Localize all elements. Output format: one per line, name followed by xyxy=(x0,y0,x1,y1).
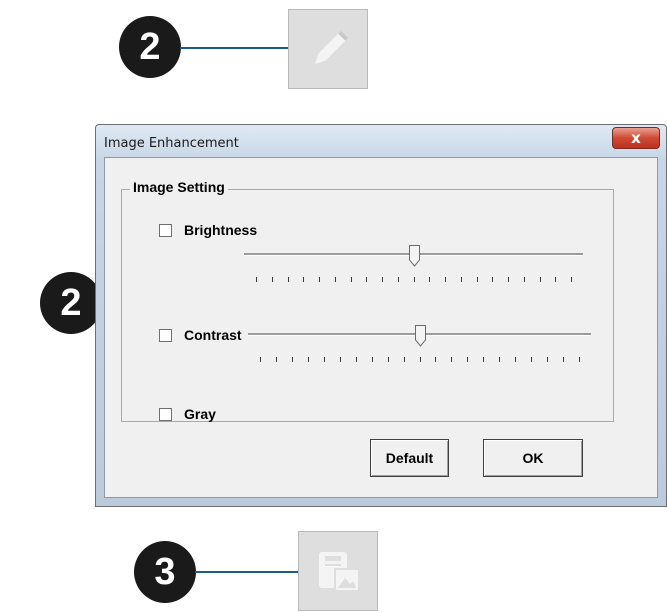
slider-tick xyxy=(492,277,493,282)
slider-tick xyxy=(508,277,509,282)
slider-tick xyxy=(483,357,484,362)
gray-label: Gray xyxy=(184,406,216,422)
slider-tick xyxy=(429,277,430,282)
ok-button[interactable]: OK xyxy=(483,439,583,477)
brightness-option[interactable]: Brightness xyxy=(159,222,257,238)
slider-tick xyxy=(524,277,525,282)
slider-tick xyxy=(260,357,261,362)
contrast-slider[interactable] xyxy=(248,325,591,365)
edit-tool-button[interactable] xyxy=(288,9,368,89)
slider-tick xyxy=(451,357,452,362)
slider-tick xyxy=(531,357,532,362)
slider-tick xyxy=(555,277,556,282)
contrast-checkbox[interactable] xyxy=(159,328,172,342)
slider-tick xyxy=(414,277,415,282)
slider-ticks xyxy=(244,277,583,283)
slider-tick xyxy=(272,277,273,282)
gray-option[interactable]: Gray xyxy=(159,406,216,422)
dialog-title: Image Enhancement xyxy=(104,136,239,151)
slider-tick xyxy=(388,357,389,362)
slider-tick xyxy=(292,357,293,362)
slider-tick xyxy=(540,277,541,282)
image-setting-group: Image Setting Brightness Contrast Gray xyxy=(121,179,614,422)
slider-tick xyxy=(288,277,289,282)
slider-tick xyxy=(445,277,446,282)
slider-tick xyxy=(404,357,405,362)
slider-tick xyxy=(303,277,304,282)
slider-tick xyxy=(276,357,277,362)
contrast-label: Contrast xyxy=(184,327,242,343)
contrast-option[interactable]: Contrast xyxy=(159,327,242,343)
slider-tick xyxy=(499,357,500,362)
slider-tick xyxy=(461,277,462,282)
slider-tick xyxy=(366,277,367,282)
slider-tick xyxy=(420,357,421,362)
callout-badge: 2 xyxy=(40,272,102,334)
slider-thumb[interactable] xyxy=(409,245,420,267)
group-title: Image Setting xyxy=(130,179,228,195)
slider-tick xyxy=(571,277,572,282)
slider-tick xyxy=(372,357,373,362)
pencil-icon xyxy=(314,30,349,65)
slider-tick xyxy=(477,277,478,282)
slider-tick xyxy=(563,357,564,362)
slider-tick xyxy=(335,277,336,282)
close-button[interactable]: x xyxy=(612,127,660,149)
callout-badge: 2 xyxy=(119,16,181,78)
slider-ticks xyxy=(248,357,591,363)
brightness-label: Brightness xyxy=(184,222,258,238)
dialog-client-area: Image Setting Brightness Contrast Gray D… xyxy=(104,157,658,498)
callout-leader-line xyxy=(195,571,298,573)
brightness-slider[interactable] xyxy=(244,245,583,285)
slider-tick xyxy=(256,277,257,282)
slider-tick xyxy=(319,277,320,282)
slider-tick xyxy=(398,277,399,282)
callout-leader-line xyxy=(180,47,288,49)
gray-checkbox[interactable] xyxy=(159,407,172,421)
slider-tick xyxy=(351,277,352,282)
default-button[interactable]: Default xyxy=(370,439,449,477)
slider-tick xyxy=(382,277,383,282)
slider-tick xyxy=(356,357,357,362)
slider-tick xyxy=(515,357,516,362)
slider-tick xyxy=(340,357,341,362)
title-bar[interactable]: Image Enhancement x xyxy=(96,125,666,157)
slider-tick xyxy=(579,357,580,362)
slider-tick xyxy=(467,357,468,362)
save-image-icon xyxy=(319,552,360,592)
image-enhancement-dialog: Image Enhancement x Image Setting Bright… xyxy=(95,124,667,507)
save-image-tool-button[interactable] xyxy=(298,531,378,611)
slider-tick xyxy=(547,357,548,362)
slider-tick xyxy=(324,357,325,362)
slider-tick xyxy=(435,357,436,362)
callout-badge: 3 xyxy=(134,541,196,603)
slider-thumb[interactable] xyxy=(415,325,426,347)
close-icon: x xyxy=(631,129,641,147)
slider-tick xyxy=(308,357,309,362)
brightness-checkbox[interactable] xyxy=(159,223,172,237)
